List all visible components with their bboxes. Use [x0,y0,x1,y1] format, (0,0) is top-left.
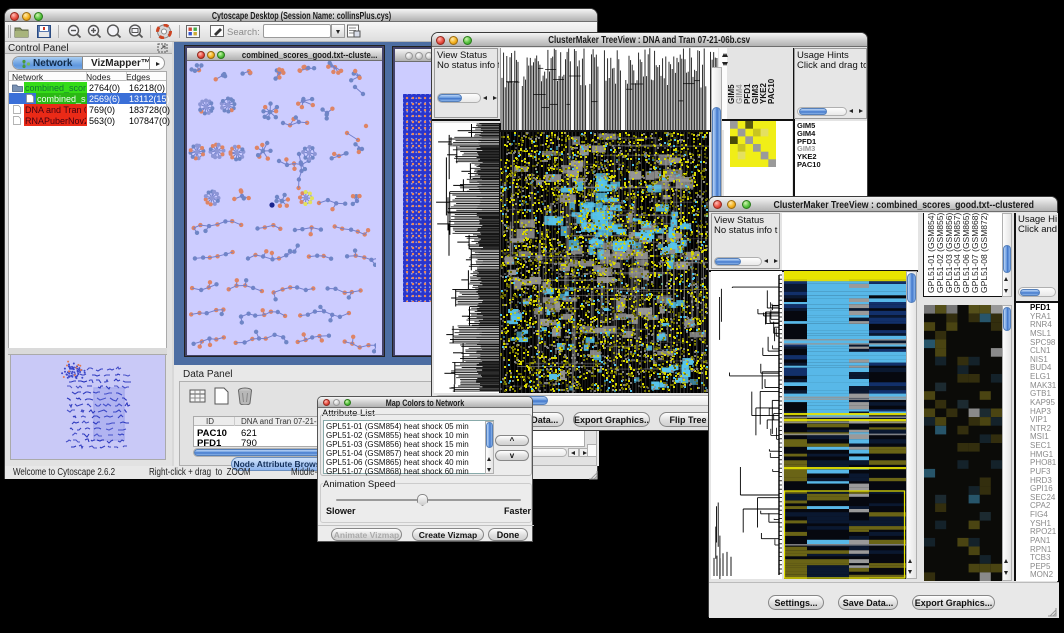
svg-text:GPL51-08 (GSM872): GPL51-08 (GSM872) [979,213,989,293]
svg-text:PAC10: PAC10 [767,78,776,104]
